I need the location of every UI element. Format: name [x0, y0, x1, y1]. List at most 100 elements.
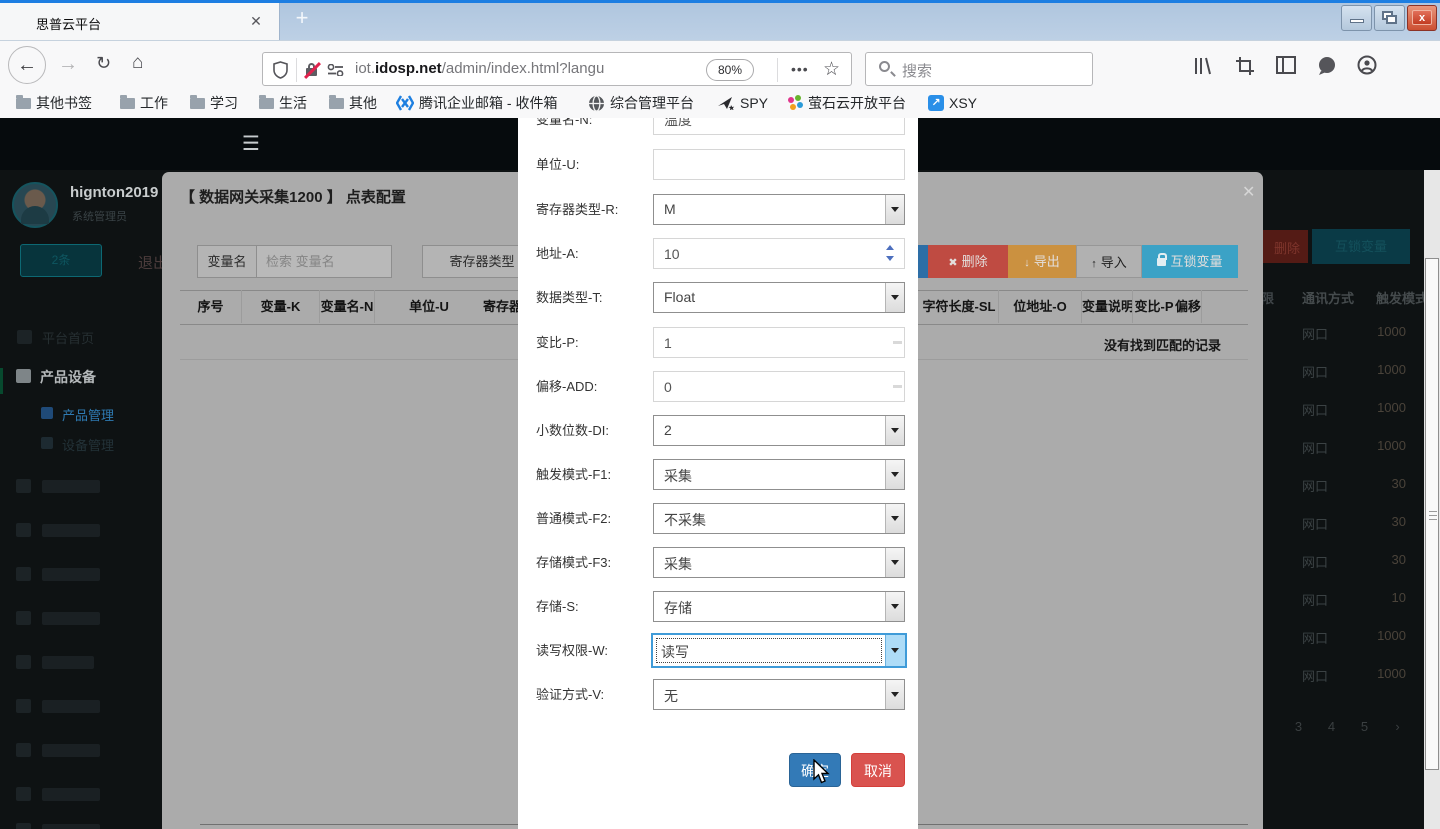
search-bar[interactable]: 搜索 [865, 52, 1093, 86]
import-button[interactable]: ↑导入 [1076, 245, 1142, 278]
window-close-button[interactable]: x [1407, 5, 1437, 31]
cancel-button[interactable]: 取消 [851, 753, 905, 787]
page-number[interactable]: 5 [1348, 719, 1381, 734]
column-header[interactable]: 变比-P [1133, 290, 1175, 323]
page-number[interactable]: › [1381, 719, 1414, 734]
normal-mode-select[interactable]: 不采集 [653, 503, 905, 534]
chevron-down-icon[interactable] [885, 416, 904, 445]
new-tab-button[interactable]: + [288, 5, 316, 31]
table-row[interactable]: 网口 1000 [1302, 352, 1414, 390]
chevron-down-icon[interactable] [885, 283, 904, 312]
table-row[interactable]: 网口 30 [1302, 504, 1414, 542]
sidebar-item-home[interactable]: 平台首页 [42, 328, 94, 347]
table-row[interactable]: 网口 1000 [1302, 314, 1414, 352]
bookmark-xsy[interactable]: ↗XSY [928, 92, 977, 114]
sidebar-item[interactable] [42, 656, 94, 669]
sidebar-item[interactable] [42, 700, 100, 713]
tab-close-icon[interactable]: ✕ [246, 11, 266, 31]
column-header[interactable]: 变量-K [242, 290, 320, 323]
message-count-button[interactable]: 2条 [20, 244, 102, 277]
table-row[interactable]: 网口 1000 [1302, 428, 1414, 466]
app-menu-icon[interactable]: ☰ [242, 131, 260, 156]
table-row[interactable]: 网口 1000 [1302, 656, 1414, 694]
avatar[interactable] [12, 182, 58, 228]
sidebar-toggle-icon[interactable] [1276, 56, 1296, 74]
read-write-permission-select-focused[interactable]: 读写 [651, 633, 907, 668]
verify-mode-select[interactable]: 无 [653, 679, 905, 710]
forward-button[interactable]: → [58, 53, 78, 76]
offset-input[interactable] [653, 371, 905, 402]
table-row[interactable]: 网口 30 [1302, 542, 1414, 580]
refresh-button[interactable]: ↻ [96, 53, 111, 74]
bookmark-tencent-mail[interactable]: 腾讯企业邮箱 - 收件箱 [396, 92, 557, 114]
browser-tab[interactable]: 思普云平台 ✕ [0, 3, 280, 40]
sidebar-item[interactable] [42, 788, 100, 801]
register-type-select[interactable]: M [653, 194, 905, 225]
chevron-down-icon[interactable] [885, 195, 904, 224]
sidebar-item-product-mgmt[interactable]: 产品管理 [62, 405, 114, 424]
data-type-select[interactable]: Float [653, 282, 905, 313]
library-icon[interactable] [1193, 56, 1215, 76]
chevron-down-icon[interactable] [885, 592, 904, 621]
column-header[interactable]: 变量说明-I [1082, 290, 1133, 323]
column-header[interactable]: 偏移 [1175, 290, 1202, 323]
number-spinner[interactable] [884, 244, 895, 262]
scrollbar-thumb[interactable] [1425, 258, 1439, 770]
column-header[interactable]: 位地址-O [999, 290, 1082, 323]
decimal-digits-select[interactable]: 2 [653, 415, 905, 446]
sidebar-item-device-mgmt[interactable]: 设备管理 [62, 435, 114, 454]
window-restore-button[interactable] [1374, 5, 1405, 31]
ratio-input[interactable] [653, 327, 905, 358]
sidebar-group-product-device[interactable]: 产品设备 [40, 367, 96, 387]
chevron-down-icon[interactable] [885, 635, 905, 666]
sidebar-item[interactable] [42, 744, 100, 757]
page-number[interactable]: 4 [1315, 719, 1348, 734]
table-row[interactable]: 网口 1000 [1302, 390, 1414, 428]
window-minimize-button[interactable] [1341, 5, 1372, 31]
delete-button[interactable]: ✖删除 [928, 245, 1008, 278]
account-icon[interactable] [1357, 55, 1377, 75]
page-number[interactable]: 3 [1282, 719, 1315, 734]
dialog-close-icon[interactable]: ✕ [1242, 182, 1255, 202]
insecure-lock-icon[interactable] [304, 62, 321, 78]
sidebar-item[interactable] [42, 824, 100, 829]
column-header[interactable]: 序号 [180, 290, 242, 323]
bookmark-spy[interactable]: SPY [717, 92, 768, 114]
bookmark-ezviz[interactable]: 萤石云开放平台 [787, 92, 906, 114]
bookmark-folder-other[interactable]: 其他书签 [16, 92, 92, 114]
interlock-variable-button[interactable]: 互锁变量 [1142, 245, 1238, 278]
column-header[interactable]: 单位-U [375, 290, 483, 323]
bookmark-mgmt-platform[interactable]: 综合管理平台 [588, 92, 694, 114]
chevron-down-icon[interactable] [885, 460, 904, 489]
bookmark-folder-study[interactable]: 学习 [190, 92, 238, 114]
export-button[interactable]: ↓导出 [1008, 245, 1076, 278]
shield-icon[interactable] [273, 61, 288, 79]
chevron-down-icon[interactable] [885, 680, 904, 709]
permissions-icon[interactable] [327, 64, 345, 76]
home-button[interactable]: ⌂ [132, 52, 143, 74]
storage-select[interactable]: 存储 [653, 591, 905, 622]
table-row[interactable]: 网口 1000 [1302, 618, 1414, 656]
sidebar-item[interactable] [42, 568, 100, 581]
table-row[interactable]: 网口 30 [1302, 466, 1414, 504]
chevron-down-icon[interactable] [885, 548, 904, 577]
unit-input[interactable] [653, 149, 905, 180]
bookmark-folder-misc[interactable]: 其他 [329, 92, 377, 114]
zoom-level-badge[interactable]: 80% [706, 59, 754, 81]
back-button[interactable]: ← [8, 46, 46, 84]
chevron-down-icon[interactable] [885, 504, 904, 533]
background-interlock-button[interactable]: 互锁变量 [1312, 229, 1410, 264]
address-number-input[interactable] [653, 238, 905, 269]
sidebar-item[interactable] [42, 480, 100, 493]
screenshot-icon[interactable] [1235, 56, 1255, 76]
bookmark-folder-life[interactable]: 生活 [259, 92, 307, 114]
sidebar-item[interactable] [42, 612, 100, 625]
column-header[interactable]: 变量名-N [320, 290, 375, 323]
storage-mode-select[interactable]: 采集 [653, 547, 905, 578]
pocket-icon[interactable] [1317, 57, 1337, 75]
bookmark-star-icon[interactable]: ☆ [823, 58, 840, 81]
scrollbar-track[interactable] [1424, 170, 1440, 829]
bookmark-folder-work[interactable]: 工作 [120, 92, 168, 114]
page-actions-icon[interactable]: ••• [791, 61, 809, 77]
url-bar[interactable]: iot.idosp.net/admin/index.html?langu 80%… [262, 52, 852, 86]
